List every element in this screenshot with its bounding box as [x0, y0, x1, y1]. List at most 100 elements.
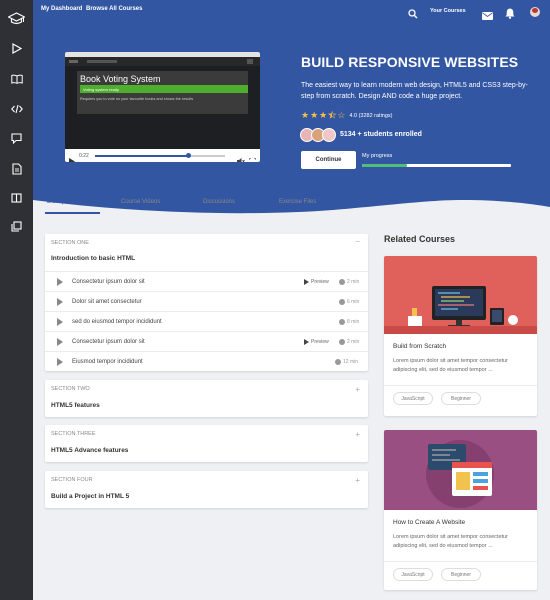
related-course-title[interactable]: How to Create A Website — [393, 519, 465, 526]
lesson-title: Eiusmod tempor incididunt — [72, 359, 143, 365]
card-divider — [384, 385, 537, 386]
columns-icon[interactable] — [8, 189, 25, 206]
lesson-title: Consectetur ipsum dolor sit — [72, 279, 145, 285]
duration-text: 2 min — [347, 339, 360, 345]
play-icon[interactable] — [8, 40, 25, 57]
related-course-card[interactable]: Build from Scratch Lorem ipsum dolor sit… — [384, 256, 537, 416]
expand-toggle[interactable]: + — [355, 430, 360, 439]
play-icon[interactable] — [69, 152, 75, 162]
volume-icon[interactable] — [237, 152, 245, 162]
avatar[interactable] — [530, 7, 540, 17]
play-icon[interactable] — [57, 338, 63, 346]
video-time: 0:22 — [79, 152, 89, 159]
related-course-description: Lorem ipsum dolor sit amet tempor consec… — [393, 358, 508, 373]
duration-text: 2 min — [347, 279, 360, 285]
lesson-title: Dolor sit amet consectetur — [72, 299, 142, 305]
section-card: SECTION ONE Introduction to basic HTML −… — [45, 234, 368, 371]
duration-text: 12 min — [343, 359, 359, 365]
related-course-description: Lorem ipsum dolor sit amet tempor consec… — [393, 534, 508, 549]
lesson-duration: 6 min — [339, 299, 359, 305]
section-label: SECTION TWO — [51, 386, 90, 392]
lesson-row[interactable]: Consectetur ipsum dolor sit Preview 2 mi… — [45, 271, 368, 291]
section-card[interactable]: SECTION TWO HTML5 features + — [45, 380, 368, 417]
search-icon[interactable] — [408, 6, 418, 24]
copy-icon[interactable] — [8, 218, 25, 235]
mail-icon[interactable] — [482, 7, 493, 25]
tab-discussions[interactable]: Discussions — [203, 199, 235, 205]
course-video-player[interactable]: Book Voting System Voting system ready R… — [65, 52, 260, 162]
progress-label: My progress — [362, 153, 393, 159]
preview-label: Preview — [311, 279, 329, 285]
section-title: Introduction to basic HTML — [51, 255, 136, 262]
lesson-row[interactable]: Dolor sit amet consectetur 6 min — [45, 291, 368, 311]
play-icon[interactable] — [57, 298, 63, 306]
nav-browse-courses[interactable]: Browse All Courses — [86, 6, 142, 12]
tab-course-videos[interactable]: Course Videos — [121, 199, 160, 205]
lesson-title: Consectetur ipsum dolor sit — [72, 339, 145, 345]
lesson-duration: 12 min — [335, 359, 358, 365]
collapse-toggle[interactable]: − — [355, 237, 360, 246]
section-label: SECTION THREE — [51, 431, 96, 437]
lesson-duration: 2 min — [339, 279, 359, 285]
rating-text: 4.0 (3282 ratings) — [349, 112, 393, 119]
lesson-row[interactable]: sed do eiusmod tempor incididunt 8 min — [45, 311, 368, 331]
tag-beginner[interactable]: Beginner — [441, 392, 481, 405]
clock-icon — [339, 339, 345, 345]
duration-text: 6 min — [347, 299, 360, 305]
section-title: HTML5 Advance features — [51, 447, 129, 454]
play-icon[interactable] — [57, 278, 63, 286]
related-course-card[interactable]: How to Create A Website Lorem ipsum dolo… — [384, 430, 537, 590]
comment-icon[interactable] — [8, 130, 25, 147]
tab-exercise-files[interactable]: Exercise Files — [279, 199, 316, 205]
lesson-duration: 8 min — [339, 319, 359, 325]
video-slide-bar: Voting system ready — [80, 85, 248, 93]
video-slide-title: Book Voting System — [80, 74, 161, 84]
students-enrolled: 5134 + students enrolled — [340, 131, 422, 138]
play-icon[interactable] — [57, 358, 63, 366]
tab-description[interactable]: Discription — [47, 199, 75, 205]
expand-toggle[interactable]: + — [355, 385, 360, 394]
play-icon[interactable] — [57, 318, 63, 326]
nav-your-courses[interactable]: Your Courses — [430, 8, 466, 14]
section-title: HTML5 features — [51, 402, 100, 409]
video-slide-text: Requires you to vote on your favourite b… — [80, 97, 194, 101]
clock-icon — [335, 359, 341, 365]
course-hero: Book Voting System Voting system ready R… — [33, 24, 550, 220]
rating-stars: ★ ★ ★ ★ ☆ — [301, 110, 346, 120]
sidebar — [0, 0, 33, 600]
graduation-cap-icon[interactable] — [8, 10, 25, 27]
preview-icon — [304, 279, 309, 285]
tag-beginner[interactable]: Beginner — [441, 568, 481, 581]
code-icon[interactable] — [8, 100, 25, 117]
star-icon: ★ — [310, 110, 319, 120]
document-icon[interactable] — [8, 160, 25, 177]
clock-icon — [339, 319, 345, 325]
top-navigation: My Dashboard Browse All Courses Your Cou… — [33, 0, 550, 24]
nav-my-dashboard[interactable]: My Dashboard — [41, 6, 82, 12]
preview-link[interactable]: Preview — [304, 279, 329, 285]
bell-icon[interactable] — [505, 6, 515, 24]
related-courses-heading: Related Courses — [384, 234, 456, 244]
related-course-title[interactable]: Build from Scratch — [393, 343, 446, 350]
section-label: SECTION FOUR — [51, 477, 93, 483]
lesson-row[interactable]: Consectetur ipsum dolor sit Preview 2 mi… — [45, 331, 368, 351]
clock-icon — [339, 279, 345, 285]
video-slide: Book Voting System Voting system ready R… — [77, 71, 248, 114]
tag-javascript[interactable]: JavaScript — [393, 392, 433, 405]
video-seek-bar[interactable] — [95, 153, 225, 158]
course-title: BUILD RESPONSIVE WEBSITES — [301, 54, 519, 70]
lesson-row[interactable]: Eiusmod tempor incididunt 12 min — [45, 351, 368, 371]
section-card[interactable]: SECTION FOUR Build a Project in HTML 5 + — [45, 471, 368, 508]
course-rating: ★ ★ ★ ★ ☆ 4.0 (3282 ratings) — [301, 110, 393, 120]
section-card[interactable]: SECTION THREE HTML5 Advance features + — [45, 425, 368, 462]
book-icon[interactable] — [8, 70, 25, 87]
tag-javascript[interactable]: JavaScript — [393, 568, 433, 581]
lesson-title: sed do eiusmod tempor incididunt — [72, 319, 162, 325]
course-tabs: Discription Course Videos Discussions Ex… — [33, 192, 343, 214]
expand-toggle[interactable]: + — [355, 476, 360, 485]
preview-link[interactable]: Preview — [304, 339, 329, 345]
course-description: The easiest way to learn modern web desi… — [301, 82, 528, 100]
continue-button[interactable]: Continue — [301, 151, 356, 169]
card-divider — [384, 561, 537, 562]
fullscreen-icon[interactable] — [248, 152, 257, 162]
